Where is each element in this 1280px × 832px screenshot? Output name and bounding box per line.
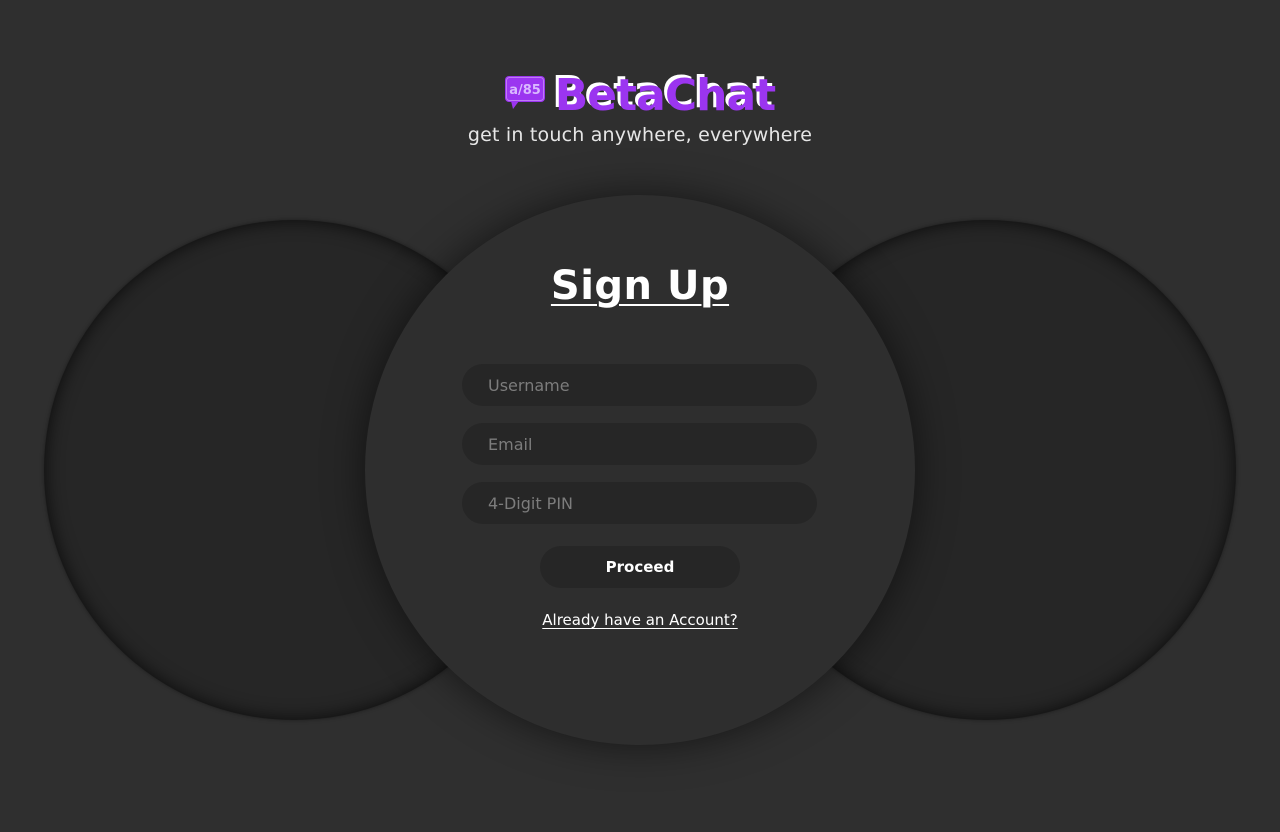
- signup-page: a/85 BetaChat get in touch anywhere, eve…: [0, 0, 1280, 832]
- brand-header: a/85 BetaChat get in touch anywhere, eve…: [0, 68, 1280, 146]
- brand-tagline: get in touch anywhere, everywhere: [467, 124, 813, 146]
- email-input[interactable]: [462, 423, 817, 465]
- signup-form-panel: Sign Up Proceed Already have an Account?: [365, 195, 915, 745]
- brand-title: BetaChat: [554, 70, 776, 121]
- login-link[interactable]: Already have an Account?: [365, 611, 915, 629]
- logo-mark: a/85: [509, 83, 541, 98]
- brand-row: a/85 BetaChat: [504, 68, 776, 124]
- pin-input[interactable]: [462, 482, 817, 524]
- chat-bubble-icon: a/85: [504, 76, 545, 110]
- username-input[interactable]: [462, 364, 817, 406]
- signup-heading: Sign Up: [550, 263, 730, 309]
- proceed-button[interactable]: Proceed: [540, 546, 740, 588]
